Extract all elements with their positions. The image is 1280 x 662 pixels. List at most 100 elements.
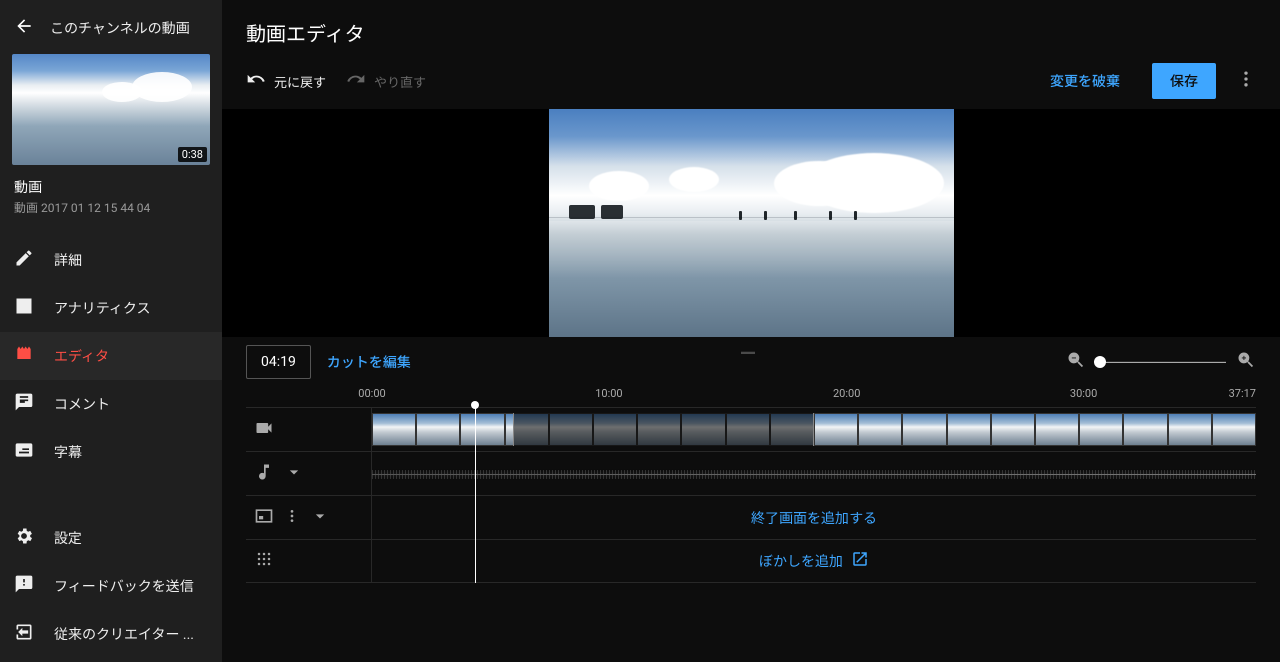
undo-button[interactable]: 元に戻す [246, 69, 326, 93]
sidebar-item-editor[interactable]: エディタ [0, 332, 222, 380]
tracks: 終了画面を追加する ぼかしを追加 [246, 407, 1256, 583]
video-lane[interactable] [372, 408, 1256, 451]
chevron-down-icon [310, 506, 330, 530]
sidebar-item-subtitles[interactable]: 字幕 [0, 428, 222, 476]
sidebar-item-comments[interactable]: コメント [0, 380, 222, 428]
sidebar-item-label: 字幕 [54, 442, 82, 462]
save-button[interactable]: 保存 [1152, 63, 1216, 99]
sidebar-item-settings[interactable]: 設定 [0, 514, 222, 562]
add-blur-label: ぼかしを追加 [759, 551, 843, 571]
video-preview[interactable] [222, 109, 1280, 337]
sidebar-item-label: 設定 [54, 528, 82, 548]
undo-icon [246, 69, 266, 93]
audio-track [246, 451, 1256, 495]
video-track-head [246, 408, 372, 451]
thumbnail-duration: 0:38 [178, 147, 207, 162]
sidebar-item-label: アナリティクス [54, 298, 150, 318]
panel-drag-handle[interactable]: ═ [741, 351, 761, 359]
toolbar: 元に戻す やり直す 変更を破棄 保存 [246, 63, 1256, 99]
discard-button[interactable]: 変更を破棄 [1038, 63, 1132, 99]
filmstrip-frame [991, 413, 1035, 446]
end-screen-track-head[interactable] [246, 496, 372, 539]
page-title: 動画エディタ [246, 18, 365, 47]
filmstrip-frame [1168, 413, 1212, 446]
sidebar-item-label: エディタ [54, 346, 109, 366]
video-icon [254, 418, 274, 442]
edit-cut-button[interactable]: カットを編集 [327, 352, 411, 372]
open-new-icon [851, 550, 869, 572]
blur-track: ぼかしを追加 [246, 539, 1256, 583]
sidebar-item-feedback[interactable]: フィードバックを送信 [0, 562, 222, 610]
waveform [372, 474, 1256, 475]
sidebar: このチャンネルの動画 0:38 動画 動画 2017 01 12 15 44 0… [0, 0, 222, 662]
audio-track-head[interactable] [246, 452, 372, 495]
filmstrip-frame [902, 413, 946, 446]
current-time[interactable]: 04:19 [246, 345, 311, 379]
timeline: 00:00 10:00 20:00 30:00 37:17 [222, 385, 1280, 583]
editor-icon [14, 344, 34, 368]
video-track [246, 407, 1256, 451]
end-screen-track: 終了画面を追加する [246, 495, 1256, 539]
redo-button[interactable]: やり直す [346, 69, 426, 93]
redo-label: やり直す [374, 72, 426, 91]
add-end-screen-link[interactable]: 終了画面を追加する [372, 508, 1256, 528]
sidebar-item-details[interactable]: 詳細 [0, 236, 222, 284]
editor-controls: 04:19 カットを編集 ═ [222, 337, 1280, 385]
sidebar-item-classic[interactable]: 従来のクリエイター ... [0, 610, 222, 662]
chevron-down-icon [284, 462, 304, 486]
blur-track-head [246, 540, 372, 582]
timeline-tick: 20:00 [833, 387, 860, 400]
more-menu-button[interactable] [1236, 69, 1256, 93]
zoom-in-icon[interactable] [1236, 350, 1256, 374]
filmstrip-frame [947, 413, 991, 446]
back-to-channel[interactable]: このチャンネルの動画 [0, 10, 222, 54]
end-screen-lane[interactable]: 終了画面を追加する [372, 496, 1256, 539]
timeline-ruler[interactable]: 00:0010:0020:0030:0037:17 [372, 385, 1256, 407]
blur-icon [254, 549, 274, 573]
more-vert-icon[interactable] [284, 508, 300, 528]
filmstrip-frame [814, 413, 858, 446]
more-vert-icon [1236, 74, 1256, 93]
zoom-slider[interactable] [1096, 352, 1226, 372]
subtitles-icon [14, 440, 34, 464]
video-thumbnail-area: 0:38 [0, 54, 222, 173]
video-thumbnail[interactable]: 0:38 [12, 54, 210, 165]
sidebar-nav: 詳細 アナリティクス エディタ コメント 字幕 [0, 236, 222, 476]
preview-frame [549, 109, 954, 337]
feedback-icon [14, 574, 34, 598]
sidebar-item-label: フィードバックを送信 [54, 576, 194, 596]
comments-icon [14, 392, 34, 416]
sidebar-item-analytics[interactable]: アナリティクス [0, 284, 222, 332]
arrow-left-icon [14, 16, 34, 40]
filmstrip-frame [1079, 413, 1123, 446]
pencil-icon [14, 248, 34, 272]
zoom-out-icon[interactable] [1066, 350, 1086, 374]
zoom-controls [1066, 350, 1256, 374]
selection-region[interactable] [513, 413, 814, 446]
music-icon [254, 462, 274, 486]
audio-lane[interactable] [372, 452, 1256, 495]
blur-lane[interactable]: ぼかしを追加 [372, 540, 1256, 582]
undo-label: 元に戻す [274, 72, 326, 91]
redo-icon [346, 69, 366, 93]
filmstrip-frame [416, 413, 460, 446]
filmstrip-frame [1123, 413, 1167, 446]
sidebar-item-label: 詳細 [54, 250, 82, 270]
analytics-icon [14, 296, 34, 320]
add-end-screen-label: 終了画面を追加する [751, 508, 877, 528]
add-blur-link[interactable]: ぼかしを追加 [372, 550, 1256, 572]
app-root: このチャンネルの動画 0:38 動画 動画 2017 01 12 15 44 0… [0, 0, 1280, 662]
timeline-tick: 37:17 [1229, 387, 1256, 400]
back-label: このチャンネルの動画 [50, 18, 190, 38]
main-area: 動画エディタ 元に戻す やり直す 変更を破棄 保存 [222, 0, 1280, 662]
filmstrip-frame [372, 413, 416, 446]
video-heading: 動画 [0, 173, 222, 199]
timeline-tick: 10:00 [595, 387, 622, 400]
timeline-tick: 00:00 [358, 387, 385, 400]
header: 動画エディタ 元に戻す やり直す 変更を破棄 保存 [222, 0, 1280, 109]
filmstrip-frame [858, 413, 902, 446]
sidebar-item-label: コメント [54, 394, 110, 414]
exit-icon [14, 622, 34, 646]
gear-icon [14, 526, 34, 550]
timeline-tick: 30:00 [1070, 387, 1097, 400]
